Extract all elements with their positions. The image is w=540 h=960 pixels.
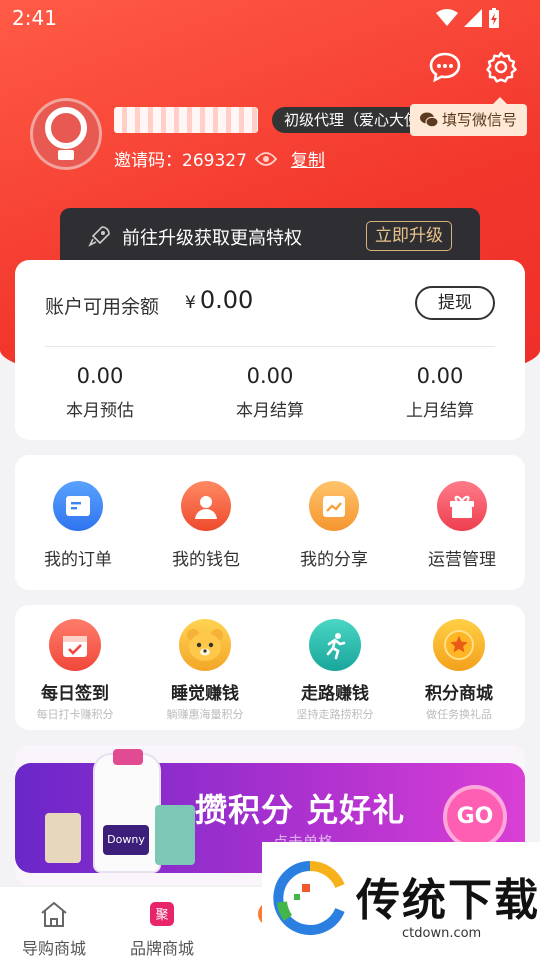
withdraw-button[interactable]: 提现 — [415, 286, 495, 320]
battery-icon — [489, 8, 499, 28]
menu-my-wallet[interactable]: 我的钱包 — [151, 481, 261, 570]
menu-my-share[interactable]: 我的分享 — [279, 481, 389, 570]
watermark-url: ctdown.com — [402, 926, 482, 941]
wechat-tip-label: 填写微信号 — [442, 111, 518, 129]
watermark-overlay: 传统下载 ctdown.com — [262, 842, 540, 960]
stat-last-month-settled[interactable]: 0.00 上月结算 — [370, 364, 510, 421]
tasks-card: 每日签到 每日打卡赚积分 睡觉赚钱 躺赚惠海量积分 走路赚钱 坚持走路捞积分 积分商城… — [15, 605, 525, 730]
invite-label: 邀请码：269327 — [114, 151, 247, 171]
product-box-image — [155, 805, 195, 865]
home-icon — [39, 899, 69, 929]
message-icon[interactable] — [428, 50, 462, 84]
tab-guide-mall[interactable]: 导购商城 — [0, 899, 108, 959]
balance-amount: ¥0.00 — [185, 286, 254, 314]
wifi-icon — [436, 9, 458, 26]
svg-text:聚: 聚 — [155, 908, 168, 923]
task-points-mall[interactable]: 积分商城 做任务换礼品 — [399, 619, 519, 722]
order-icon — [53, 481, 103, 531]
banner-go-button[interactable]: GO — [443, 785, 507, 849]
share-icon — [309, 481, 359, 531]
wallet-icon — [181, 481, 231, 531]
menu-card: 我的订单 我的钱包 我的分享 运营管理 — [15, 455, 525, 590]
signal-icon — [464, 9, 482, 27]
brand-icon: 聚 — [147, 899, 177, 929]
task-daily-checkin[interactable]: 每日签到 每日打卡赚积分 — [15, 619, 135, 722]
default-avatar-icon — [45, 107, 87, 160]
menu-my-orders[interactable]: 我的订单 — [23, 481, 133, 570]
upgrade-button[interactable]: 立即升级 — [366, 221, 452, 251]
stat-month-estimate[interactable]: 0.00 本月预估 — [30, 364, 170, 421]
upgrade-text: 前往升级获取更高特权 — [122, 228, 302, 249]
status-icons — [436, 8, 500, 28]
task-walk-earn[interactable]: 走路赚钱 坚持走路捞积分 — [275, 619, 395, 722]
tab-brand-mall[interactable]: 聚 品牌商城 — [108, 899, 216, 959]
settings-gear-icon[interactable] — [484, 50, 518, 84]
avatar[interactable] — [30, 98, 102, 170]
menu-operations[interactable]: 运营管理 — [407, 481, 517, 570]
star-coin-icon — [433, 619, 485, 671]
task-sleep-earn[interactable]: 睡觉赚钱 躺赚惠海量积分 — [145, 619, 265, 722]
balance-label: 账户可用余额 — [45, 296, 160, 318]
balance-card: 账户可用余额 ¥0.00 提现 0.00 本月预估 0.00 本月结算 0.00 上月… — [15, 260, 525, 440]
detergent-bottle-image: Downy — [93, 749, 161, 873]
stat-month-settled[interactable]: 0.00 本月结算 — [200, 364, 340, 421]
wechat-tip[interactable]: 填写微信号 — [410, 97, 528, 136]
bear-icon — [179, 619, 231, 671]
banner-headline: 攒积分 兑好礼 — [195, 791, 406, 829]
invite-row: 邀请码：269327 复制 — [114, 146, 325, 171]
watermark-name: 传统下载 — [356, 875, 540, 926]
divider — [45, 346, 495, 347]
runner-icon — [309, 619, 361, 671]
status-bar: 2:41 — [0, 0, 540, 36]
wechat-icon — [420, 112, 438, 128]
candle-jar-image — [45, 813, 81, 863]
upgrade-bar[interactable]: 前往升级获取更高特权 立即升级 — [60, 208, 480, 268]
nickname-redacted — [114, 107, 258, 133]
rocket-icon — [88, 226, 110, 247]
copy-link[interactable]: 复制 — [291, 146, 325, 171]
header-actions — [428, 50, 518, 84]
eye-icon[interactable] — [254, 151, 277, 167]
status-time: 2:41 — [12, 6, 57, 30]
level-badge: 初级代理（爱心大使） — [272, 107, 422, 133]
watermark-logo-icon — [273, 860, 345, 935]
gift-icon — [437, 481, 487, 531]
calendar-icon — [49, 619, 101, 671]
